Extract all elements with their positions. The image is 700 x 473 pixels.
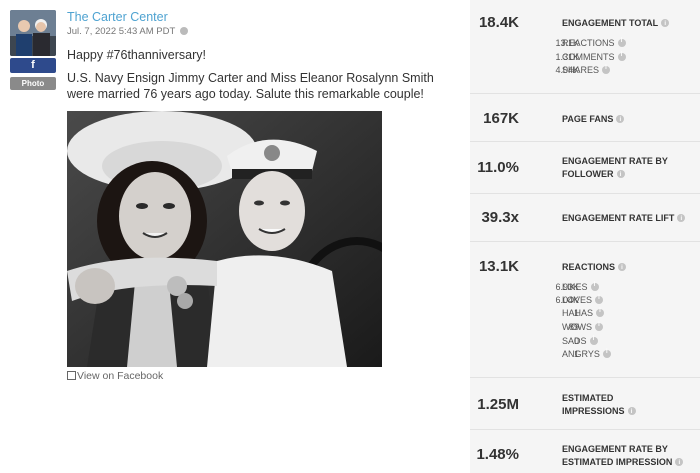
post-text-body: U.S. Navy Ensign Jimmy Carter and Miss E… <box>67 71 434 101</box>
facebook-network-badge: f <box>10 58 56 73</box>
info-icon[interactable] <box>617 38 626 47</box>
info-icon[interactable] <box>675 457 684 470</box>
engagement-total-label-text: ENGAGEMENT TOTAL <box>562 18 659 28</box>
sads-label: SADS <box>562 336 598 346</box>
info-icon[interactable] <box>616 169 625 182</box>
info-icon[interactable] <box>616 114 625 127</box>
info-icon[interactable] <box>661 18 670 31</box>
wows-label-text: WOWS <box>562 322 592 332</box>
engagement-rate-follower-value: 11.0% <box>477 159 519 176</box>
view-on-facebook-link[interactable]: View on Facebook <box>67 370 163 382</box>
reactions-total-value: 13.1K <box>478 258 519 275</box>
engagement-rate-lift-value: 39.3x <box>481 209 519 226</box>
page-fans-value: 167K <box>483 110 519 127</box>
info-icon[interactable] <box>618 262 627 275</box>
engagement-total-label: ENGAGEMENT TOTAL <box>562 17 670 31</box>
engagement-rate-follower-label-line1: ENGAGEMENT RATE BY <box>562 156 668 166</box>
engagement-rate-lift-label-text: ENGAGEMENT RATE LIFT <box>562 213 675 223</box>
hahas-label-text: HAHAS <box>562 308 594 318</box>
comments-label: COMMENTS <box>562 52 626 62</box>
shares-label: SHARES <box>562 65 611 75</box>
page-name-link[interactable]: The Carter Center <box>67 10 168 24</box>
info-icon[interactable] <box>595 322 603 331</box>
metrics-panel: 18.4K ENGAGEMENT TOTAL 13.1K REACTIONS 1… <box>470 0 700 473</box>
estimated-impressions-block: 1.25M ESTIMATED IMPRESSIONS <box>470 378 700 430</box>
estimated-impressions-label-line2: IMPRESSIONS <box>562 406 625 416</box>
engagement-rate-follower-label: ENGAGEMENT RATE BY FOLLOWER <box>562 155 668 182</box>
engagement-rate-lift-label: ENGAGEMENT RATE LIFT <box>562 212 686 226</box>
estimated-impressions-value: 1.25M <box>477 396 519 413</box>
engagement-rate-lift-block: 39.3x ENGAGEMENT RATE LIFT <box>470 194 700 242</box>
wows-label: WOWS <box>562 322 603 332</box>
engagement-rate-impression-value: 1.48% <box>476 446 519 463</box>
estimated-impressions-label-line1: ESTIMATED <box>562 393 614 403</box>
hahas-label: HAHAS <box>562 308 605 318</box>
likes-label-text: LIKES <box>562 282 588 292</box>
likes-label: LIKES <box>562 282 599 292</box>
reactions-total-label: REACTIONS <box>562 261 627 275</box>
page-fans-label: PAGE FANS <box>562 113 625 127</box>
info-icon[interactable] <box>595 295 604 304</box>
reactions-block: 13.1K REACTIONS 6.93K LIKES 6.04K LOVES … <box>470 242 700 378</box>
post-date: Jul. 7, 2022 5:43 AM PDT <box>67 26 188 37</box>
info-icon[interactable] <box>596 308 605 317</box>
engagement-total-value: 18.4K <box>478 14 519 31</box>
engagement-rate-follower-label-line2: FOLLOWER <box>562 169 614 179</box>
external-link-icon <box>67 371 76 380</box>
engagement-rate-impression-block: 1.48% ENGAGEMENT RATE BY ESTIMATED IMPRE… <box>470 430 700 473</box>
engagement-rate-impression-label: ENGAGEMENT RATE BY ESTIMATED IMPRESSION <box>562 443 684 470</box>
post-type-badge: Photo <box>10 77 56 90</box>
post-text-line1: Happy #76thanniversary! <box>67 48 206 62</box>
engagement-rate-impression-label-line2: ESTIMATED IMPRESSION <box>562 457 673 467</box>
info-icon[interactable] <box>602 65 611 74</box>
info-icon[interactable] <box>602 349 611 358</box>
info-icon[interactable] <box>677 213 686 226</box>
angrys-label: ANGRYS <box>562 349 611 359</box>
loves-label: LOVES <box>562 295 604 305</box>
angrys-label-text: ANGRYS <box>562 349 600 359</box>
info-icon[interactable] <box>590 282 599 291</box>
post-photo[interactable] <box>67 111 382 367</box>
reactions-total-label-text: REACTIONS <box>562 262 616 272</box>
comments-label-text: COMMENTS <box>562 52 615 62</box>
reactions-label-text: REACTIONS <box>562 38 615 48</box>
page-avatar[interactable] <box>10 10 56 56</box>
shares-label-text: SHARES <box>562 65 600 75</box>
post-card: f Photo The Carter Center Jul. 7, 2022 5… <box>0 0 470 473</box>
page-fans-block: 167K PAGE FANS <box>470 94 700 142</box>
page-fans-label-text: PAGE FANS <box>562 114 614 124</box>
globe-icon <box>179 27 188 35</box>
sads-label-text: SADS <box>562 336 587 346</box>
engagement-rate-follower-block: 11.0% ENGAGEMENT RATE BY FOLLOWER <box>470 142 700 194</box>
estimated-impressions-label: ESTIMATED IMPRESSIONS <box>562 392 636 419</box>
info-icon[interactable] <box>589 336 598 345</box>
info-icon[interactable] <box>617 52 626 61</box>
engagement-total-block: 18.4K ENGAGEMENT TOTAL 13.1K REACTIONS 1… <box>470 0 700 94</box>
view-on-facebook-label: View on Facebook <box>77 370 164 382</box>
reactions-label: REACTIONS <box>562 38 626 48</box>
post-date-text: Jul. 7, 2022 5:43 AM PDT <box>67 26 176 37</box>
info-icon[interactable] <box>627 406 636 419</box>
engagement-rate-impression-label-line1: ENGAGEMENT RATE BY <box>562 444 668 454</box>
loves-label-text: LOVES <box>562 295 593 305</box>
